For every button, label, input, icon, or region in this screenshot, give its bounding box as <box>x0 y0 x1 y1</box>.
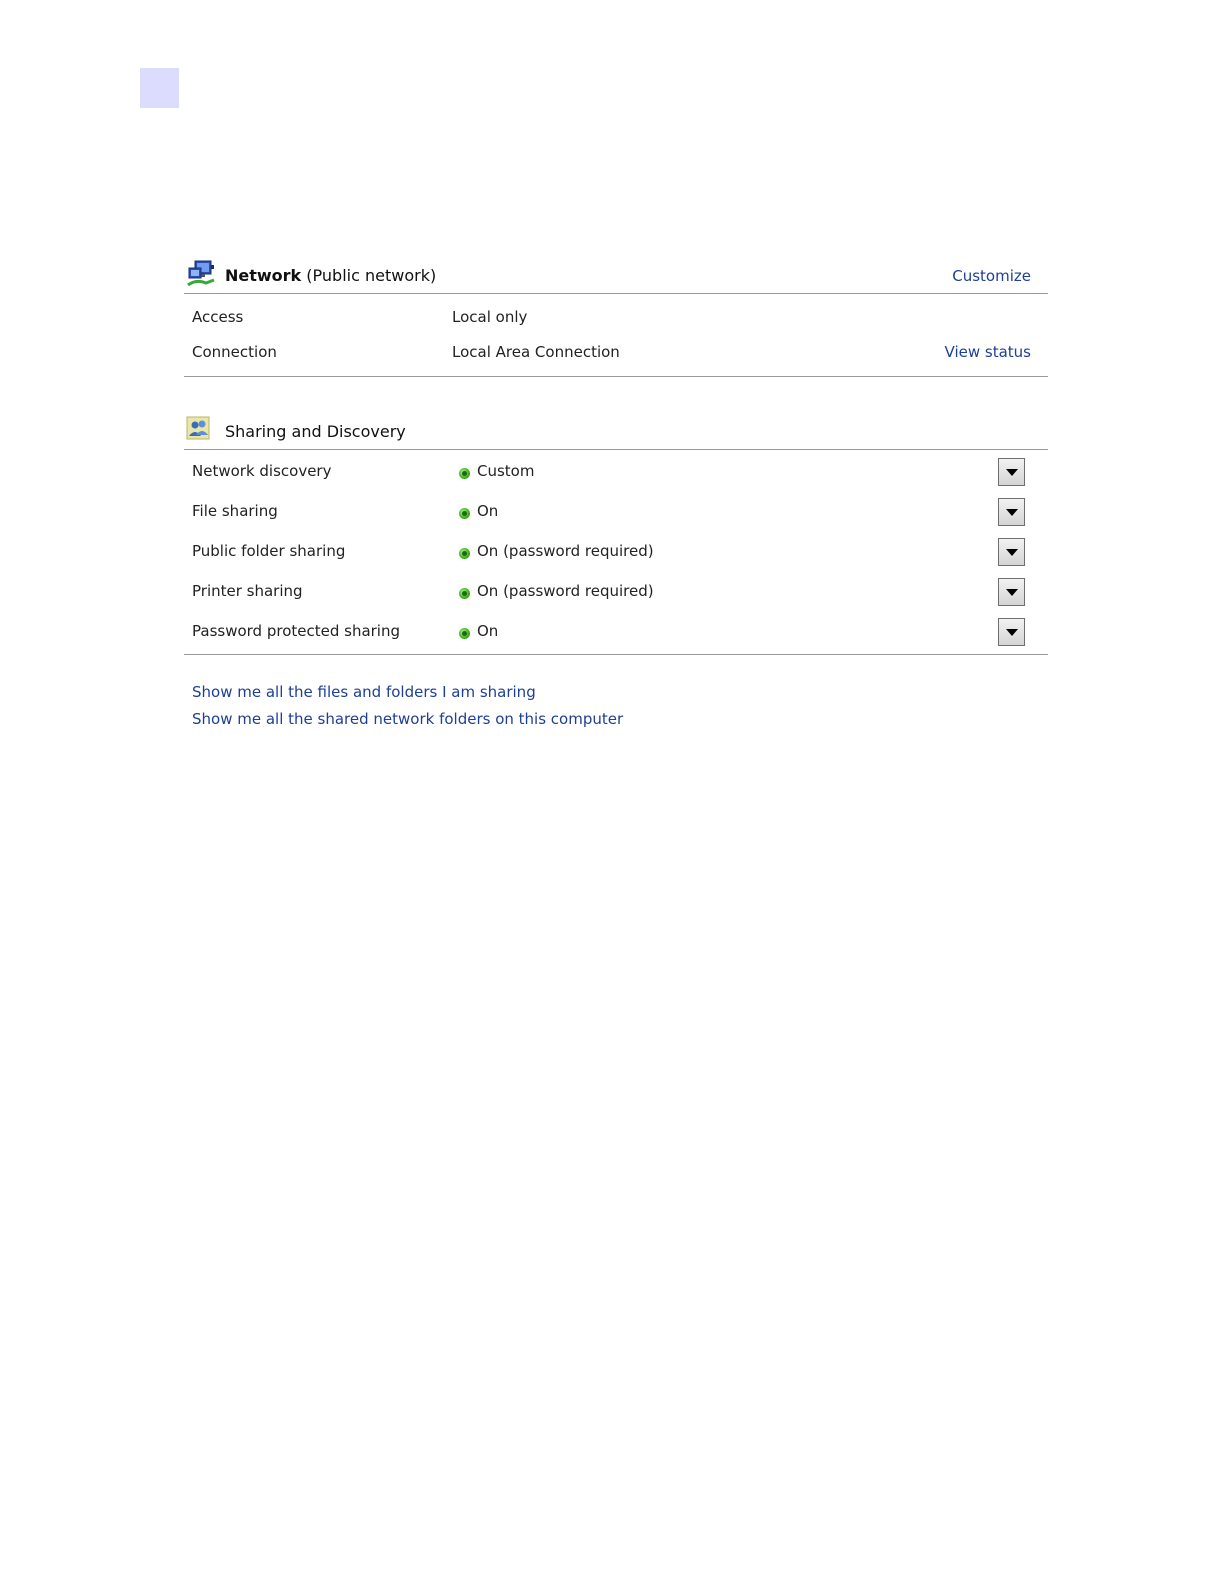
printer-sharing-label: Printer sharing <box>192 582 303 600</box>
sharing-row-public-folder: Public folder sharing On (password requi… <box>184 532 1048 572</box>
sharing-links: Show me all the files and folders I am s… <box>184 655 1048 733</box>
password-protected-sharing-expand-button[interactable] <box>998 618 1025 646</box>
sharing-title: Sharing and Discovery <box>225 422 406 441</box>
green-status-dot-icon <box>459 628 470 639</box>
password-protected-sharing-label: Password protected sharing <box>192 622 401 640</box>
network-type: (Public network) <box>306 266 437 285</box>
network-discovery-label: Network discovery <box>192 462 332 480</box>
network-details: Access Local only Connection Local Area … <box>184 294 1048 377</box>
network-sharing-panel: Network (Public network) Customize Acces… <box>184 255 1048 733</box>
file-sharing-value: On <box>477 502 499 520</box>
public-folder-sharing-expand-button[interactable] <box>998 538 1025 566</box>
password-protected-sharing-value: On <box>477 622 499 640</box>
file-sharing-expand-button[interactable] <box>998 498 1025 526</box>
green-status-dot-icon <box>459 508 470 519</box>
sharing-users-icon <box>186 415 218 447</box>
connection-value: Local Area Connection <box>452 343 620 361</box>
network-discovery-value: Custom <box>477 462 535 480</box>
printer-sharing-value: On (password required) <box>477 582 654 600</box>
sharing-header: Sharing and Discovery <box>184 411 1048 450</box>
network-row-connection: Connection Local Area Connection View st… <box>184 335 1048 370</box>
access-label: Access <box>192 308 244 326</box>
network-computers-icon <box>186 259 218 291</box>
printer-sharing-expand-button[interactable] <box>998 578 1025 606</box>
network-header: Network (Public network) Customize <box>184 255 1048 294</box>
public-folder-sharing-value: On (password required) <box>477 542 654 560</box>
sharing-settings: Network discovery Custom File sharing On… <box>184 450 1048 655</box>
network-title: Network (Public network) <box>225 266 436 285</box>
sharing-row-network-discovery: Network discovery Custom <box>184 452 1048 492</box>
access-value: Local only <box>452 308 528 326</box>
file-sharing-label: File sharing <box>192 502 278 520</box>
connection-label: Connection <box>192 343 277 361</box>
sharing-row-password-protected: Password protected sharing On <box>184 612 1048 652</box>
customize-link[interactable]: Customize <box>952 267 1031 285</box>
sharing-row-file-sharing: File sharing On <box>184 492 1048 532</box>
show-shared-files-link[interactable]: Show me all the files and folders I am s… <box>192 679 1048 706</box>
show-shared-folders-link[interactable]: Show me all the shared network folders o… <box>192 706 1048 733</box>
sharing-row-printer: Printer sharing On (password required) <box>184 572 1048 612</box>
view-status-link[interactable]: View status <box>945 343 1031 361</box>
page-marker-square <box>140 68 179 108</box>
green-status-dot-icon <box>459 588 470 599</box>
network-discovery-expand-button[interactable] <box>998 458 1025 486</box>
green-status-dot-icon <box>459 468 470 479</box>
network-row-access: Access Local only <box>184 300 1048 335</box>
public-folder-sharing-label: Public folder sharing <box>192 542 346 560</box>
network-name: Network <box>225 266 302 285</box>
green-status-dot-icon <box>459 548 470 559</box>
